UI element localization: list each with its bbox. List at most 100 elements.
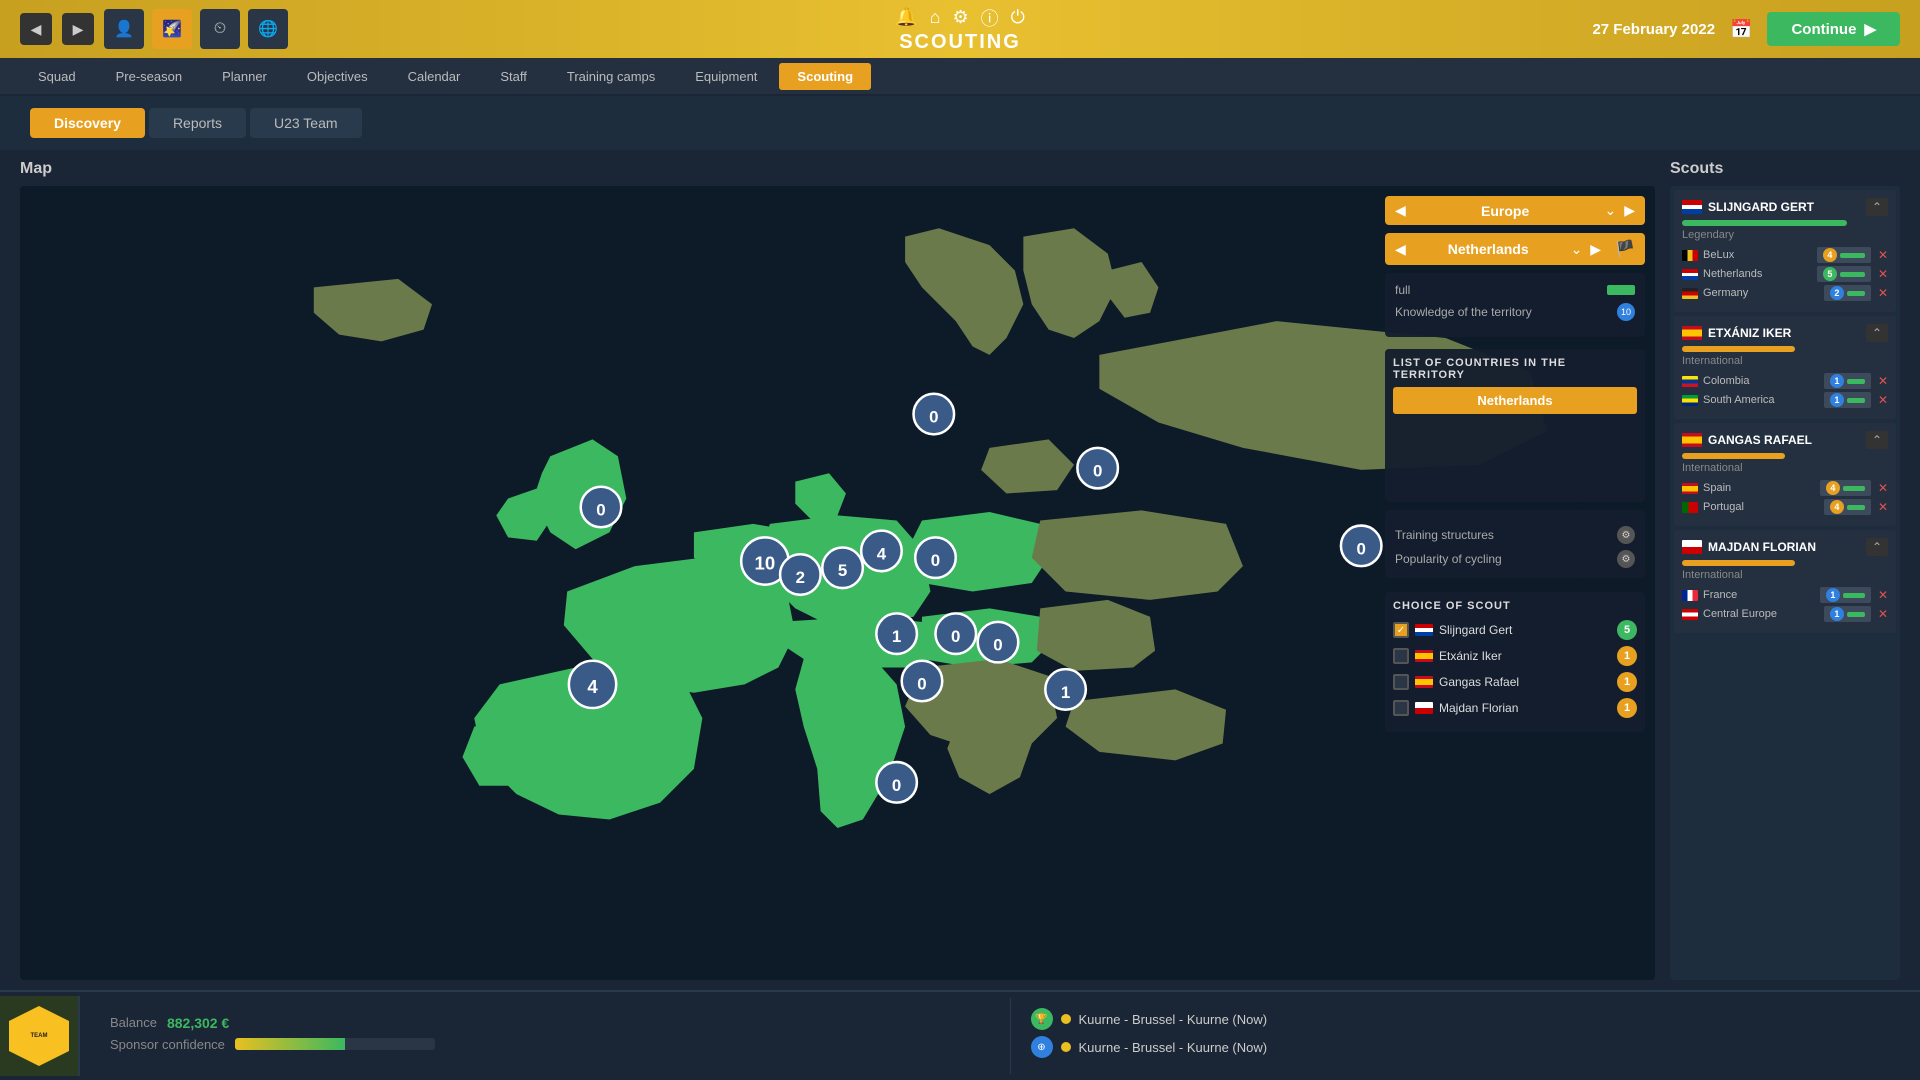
nav-back-button[interactable]: ◀ — [20, 13, 52, 45]
centraleurope-circle: 1 — [1830, 607, 1844, 621]
tab-u23-team[interactable]: U23 Team — [250, 108, 362, 138]
colombia-circle: 1 — [1830, 374, 1844, 388]
country-next-arrow[interactable]: ▶ — [1590, 241, 1601, 258]
centraleurope-controls: 1 ✕ — [1824, 606, 1888, 622]
region-selector[interactable]: ◀ Europe ⌄ ▶ — [1385, 196, 1645, 225]
belux-remove-button[interactable]: ✕ — [1878, 248, 1888, 262]
spain-region-name: Spain — [1682, 482, 1731, 494]
country-prev-arrow[interactable]: ◀ — [1395, 241, 1406, 258]
nav-preseason[interactable]: Pre-season — [98, 63, 200, 90]
france-region-row: France 1 ✕ — [1682, 587, 1888, 603]
region-prev-arrow[interactable]: ◀ — [1395, 202, 1406, 219]
scout-choice-slijngard[interactable]: ✓ Slijngard Gert 5 — [1393, 620, 1637, 640]
scout-checkbox-majdan[interactable] — [1393, 700, 1409, 716]
slijngard-expand-button[interactable]: ⌃ — [1866, 198, 1888, 216]
cycle-icon: ⊕ — [1031, 1036, 1053, 1058]
netherlands-num: 5 — [1817, 266, 1871, 282]
region-name: Europe — [1414, 203, 1597, 219]
selected-country[interactable]: Netherlands — [1393, 387, 1637, 414]
continue-button[interactable]: Continue ▶ — [1767, 12, 1900, 46]
nav-scouting[interactable]: Scouting — [779, 63, 871, 90]
southamerica-region-name: South America — [1682, 394, 1775, 406]
nav-staff[interactable]: Staff — [482, 63, 545, 90]
gangas-expand-button[interactable]: ⌃ — [1866, 431, 1888, 449]
colombia-remove-button[interactable]: ✕ — [1878, 374, 1888, 388]
portugal-region-name: Portugal — [1682, 501, 1744, 513]
scout-checkbox-gangas[interactable] — [1393, 674, 1409, 690]
scout-flag-name-etxaniz: ETXÁNIZ IKER — [1682, 326, 1791, 340]
belux-bar — [1840, 253, 1865, 258]
scout-choice-etxaniz[interactable]: Etxániz Iker 1 — [1393, 646, 1637, 666]
southamerica-circle: 1 — [1830, 393, 1844, 407]
nav-forward-button[interactable]: ▶ — [62, 13, 94, 45]
main-content: Map — [0, 150, 1920, 990]
info-icon[interactable]: ⓘ — [981, 5, 999, 31]
majdan-quality-bar — [1682, 560, 1795, 566]
svg-text:0: 0 — [951, 627, 960, 646]
nav-squad[interactable]: Squad — [20, 63, 94, 90]
tab-reports[interactable]: Reports — [149, 108, 246, 138]
scout-choice-gangas[interactable]: Gangas Rafael 1 — [1393, 672, 1637, 692]
etxaniz-panel-flag — [1682, 326, 1702, 340]
top-bar: ◀ ▶ 👤 🌠 ⏲ 🌐 🔔 ⌂ ⚙ ⓘ ⏻ SCOUTING 27 Februa… — [0, 0, 1920, 58]
portugal-flag — [1682, 502, 1698, 513]
spain-remove-button[interactable]: ✕ — [1878, 481, 1888, 495]
majdan-expand-button[interactable]: ⌃ — [1866, 538, 1888, 556]
squad-icon-button[interactable]: 👤 — [104, 9, 144, 49]
bell-icon[interactable]: 🔔 — [895, 7, 917, 28]
southamerica-controls: 1 ✕ — [1824, 392, 1888, 408]
etxaniz-expand-button[interactable]: ⌃ — [1866, 324, 1888, 342]
balance-row: Balance 882,302 € — [110, 1015, 980, 1031]
southamerica-remove-button[interactable]: ✕ — [1878, 393, 1888, 407]
slijngard-quality-bar — [1682, 220, 1847, 226]
slijngard-panel-flag — [1682, 200, 1702, 214]
belux-num: 4 — [1817, 247, 1871, 263]
centraleurope-remove-button[interactable]: ✕ — [1878, 607, 1888, 621]
belux-controls: 4 ✕ — [1817, 247, 1888, 263]
flag-icon[interactable]: 🏴 — [1615, 239, 1635, 259]
southamerica-num: 1 — [1824, 392, 1871, 408]
calendar-icon-button[interactable]: ⏲ — [200, 9, 240, 49]
france-region-name: France — [1682, 589, 1737, 601]
training-structures-label: Training structures — [1395, 528, 1494, 542]
scouts-list[interactable]: SLIJNGARD GERT ⌃ Legendary BeLux 4 — [1670, 186, 1900, 980]
training-panel: Training structures ⚙ Popularity of cycl… — [1385, 510, 1645, 578]
popularity-label: Popularity of cycling — [1395, 552, 1502, 566]
portugal-remove-button[interactable]: ✕ — [1878, 500, 1888, 514]
region-chevron-down[interactable]: ⌄ — [1604, 202, 1616, 219]
netherlands-remove-button[interactable]: ✕ — [1878, 267, 1888, 281]
svg-text:4: 4 — [587, 676, 598, 697]
nav-training-camps[interactable]: Training camps — [549, 63, 673, 90]
power-icon[interactable]: ⏻ — [1011, 7, 1025, 28]
belux-region-row: BeLux 4 ✕ — [1682, 247, 1888, 263]
nav-calendar[interactable]: Calendar — [390, 63, 479, 90]
top-bar-left: ◀ ▶ 👤 🌠 ⏲ 🌐 — [20, 9, 288, 49]
scout-checkbox-slijngard[interactable]: ✓ — [1393, 622, 1409, 638]
country-selector[interactable]: ◀ Netherlands ⌄ ▶ 🏴 — [1385, 233, 1645, 265]
country-chevron-down[interactable]: ⌄ — [1571, 241, 1583, 258]
calendar-icon[interactable]: 📅 — [1730, 19, 1752, 40]
tab-discovery[interactable]: Discovery — [30, 108, 145, 138]
germany-remove-button[interactable]: ✕ — [1878, 286, 1888, 300]
scouting-icon-button[interactable]: 🌠 — [152, 9, 192, 49]
etxaniz-tier: International — [1682, 355, 1888, 367]
scout-checkbox-etxaniz[interactable] — [1393, 648, 1409, 664]
france-remove-button[interactable]: ✕ — [1878, 588, 1888, 602]
ukraine-path — [1032, 510, 1243, 600]
nav-planner[interactable]: Planner — [204, 63, 285, 90]
gangas-panel-flag — [1682, 433, 1702, 447]
settings-icon[interactable]: ⚙ — [952, 7, 968, 28]
scout-card-slijngard: SLIJNGARD GERT ⌃ Legendary BeLux 4 — [1674, 190, 1896, 312]
spain-flag — [1682, 483, 1698, 494]
nav-objectives[interactable]: Objectives — [289, 63, 386, 90]
home-icon[interactable]: ⌂ — [930, 7, 941, 28]
region-next-arrow[interactable]: ▶ — [1624, 202, 1635, 219]
etxaniz-full-name: ETXÁNIZ IKER — [1708, 326, 1791, 340]
portugal-num: 4 — [1824, 499, 1871, 515]
globe-icon-button[interactable]: 🌐 — [248, 9, 288, 49]
scout-choice-majdan[interactable]: Majdan Florian 1 — [1393, 698, 1637, 718]
nav-equipment[interactable]: Equipment — [677, 63, 775, 90]
majdan-flag — [1415, 702, 1433, 714]
belux-circle: 4 — [1823, 248, 1837, 262]
scout-card-header-majdan: MAJDAN FLORIAN ⌃ — [1682, 538, 1888, 556]
